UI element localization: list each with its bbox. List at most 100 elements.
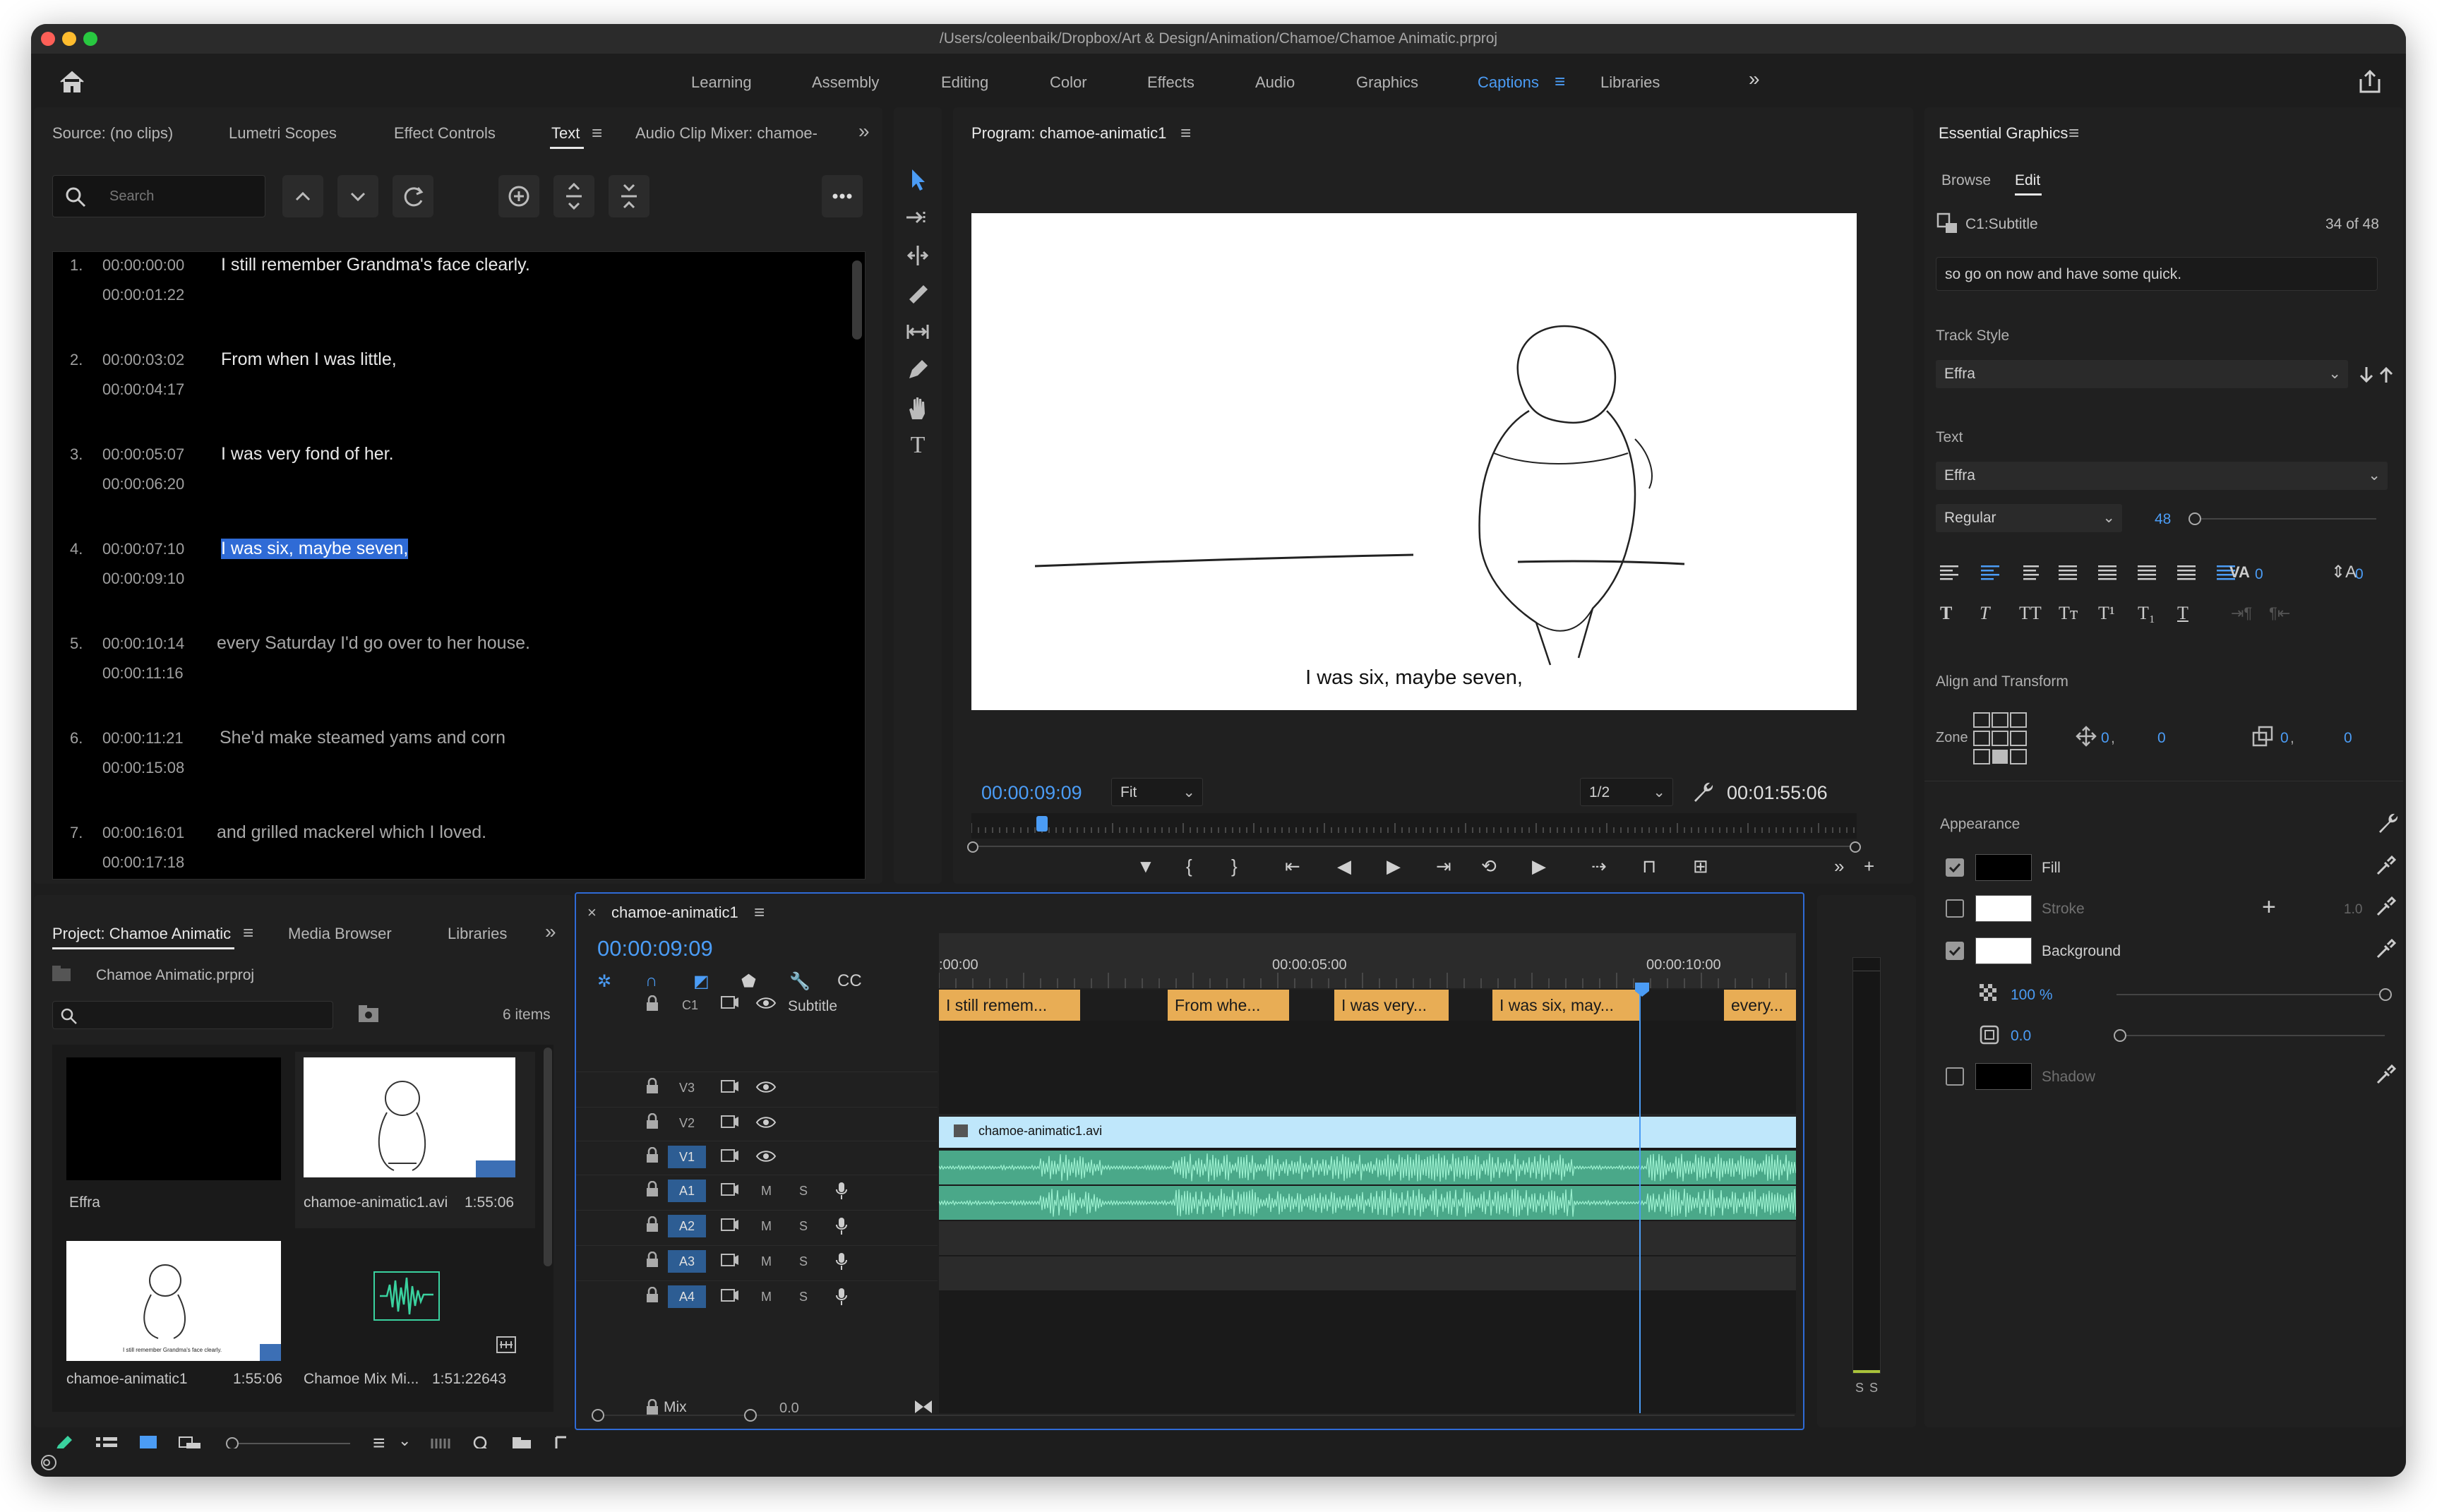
settings-wrench-icon[interactable]: [1690, 779, 1714, 803]
razor-tool-icon[interactable]: [905, 281, 930, 306]
caption-list-scrollbar[interactable]: [852, 260, 862, 340]
shadow-checkbox[interactable]: [1946, 1067, 1964, 1086]
tab-effect-controls[interactable]: Effect Controls: [394, 124, 496, 143]
share-icon[interactable]: [2358, 69, 2382, 95]
appearance-wrench-icon[interactable]: [2375, 810, 2399, 834]
opacity-value[interactable]: 100 %: [2011, 987, 2053, 1004]
previous-caption-button[interactable]: [282, 175, 323, 217]
workspace-captions[interactable]: Captions: [1478, 73, 1539, 92]
scale-x-value[interactable]: 0: [2280, 730, 2289, 747]
caption-in-time[interactable]: 00:00:07:10: [102, 540, 184, 558]
resolution-dropdown[interactable]: 1/2 ⌄: [1580, 778, 1673, 806]
project-menu-icon[interactable]: ≡: [243, 922, 253, 944]
workspace-graphics[interactable]: Graphics: [1356, 73, 1418, 92]
caption-text[interactable]: I was very fond of her.: [221, 444, 394, 464]
caption-row[interactable]: 3. 00:00:05:07 00:00:06:20 I was very fond …: [53, 444, 844, 530]
a3-label[interactable]: A3: [668, 1250, 706, 1273]
corner-radius-slider-handle[interactable]: [2114, 1029, 2126, 1042]
v2-sync-icon[interactable]: [720, 1115, 740, 1130]
program-scrub-bar[interactable]: [971, 813, 1857, 839]
c1-sync-icon[interactable]: [720, 995, 740, 1011]
caption-in-time[interactable]: 00:00:00:00: [102, 256, 184, 275]
v2-eye-icon[interactable]: [755, 1115, 777, 1130]
new-bin-icon[interactable]: [357, 1004, 380, 1025]
replace-button[interactable]: [393, 175, 433, 217]
meter-solo-left[interactable]: S: [1855, 1381, 1864, 1396]
a1-microphone-icon[interactable]: [834, 1181, 849, 1201]
caption-text[interactable]: every Saturday I'd go over to her house.: [217, 633, 530, 654]
v1-label[interactable]: V1: [668, 1146, 706, 1168]
background-eyedropper-icon[interactable]: [2375, 939, 2396, 960]
selection-tool-icon[interactable]: [905, 167, 930, 192]
sort-dropdown-chevron-icon[interactable]: ⌄: [398, 1432, 411, 1450]
background-tasks-icon[interactable]: [38, 1454, 59, 1471]
caption-row[interactable]: 4. 00:00:07:10 00:00:09:10 I was six, maybe…: [53, 539, 844, 625]
workspace-color[interactable]: Color: [1050, 73, 1087, 92]
minimize-window-button[interactable]: [62, 32, 76, 46]
a2-microphone-icon[interactable]: [834, 1216, 849, 1236]
timeline-ruler[interactable]: :00:00 00:00:05:00 00:00:10:00: [938, 933, 1796, 988]
shadow-color-swatch[interactable]: [1975, 1063, 2032, 1090]
timeline-zoom-right-handle[interactable]: [744, 1409, 757, 1422]
v3-lock-icon[interactable]: [645, 1078, 659, 1095]
c1-eye-icon[interactable]: [755, 995, 777, 1011]
project-search-field[interactable]: [52, 1001, 333, 1029]
timeline-zoom-left-handle[interactable]: [592, 1409, 604, 1422]
tab-text[interactable]: Text: [551, 124, 580, 143]
caption-row[interactable]: 1. 00:00:00:00 00:00:01:22 I still remember…: [53, 255, 844, 341]
a2-solo-button[interactable]: S: [799, 1219, 808, 1234]
mark-in-icon[interactable]: {: [1186, 856, 1192, 877]
program-zoom-bar[interactable]: [971, 846, 1857, 847]
a1-lock-icon[interactable]: [645, 1181, 659, 1198]
caption-text[interactable]: I still remember Grandma's face clearly.: [221, 255, 530, 275]
merge-caption-button[interactable]: [609, 175, 649, 217]
caption-in-time[interactable]: 00:00:10:14: [102, 635, 184, 653]
text-tab-menu-icon[interactable]: ≡: [592, 122, 602, 144]
corner-radius-slider[interactable]: [2116, 1035, 2385, 1036]
a1-solo-button[interactable]: S: [799, 1184, 808, 1199]
justify-all-icon[interactable]: [2176, 563, 2197, 584]
a1-audio-clip[interactable]: [938, 1151, 1797, 1184]
a2-label[interactable]: A2: [668, 1215, 706, 1237]
opacity-slider[interactable]: [2116, 994, 2385, 995]
justify-right-icon[interactable]: [2136, 563, 2157, 584]
a3-lock-icon[interactable]: [645, 1252, 659, 1268]
v1-sync-icon[interactable]: [720, 1148, 740, 1164]
all-caps-icon[interactable]: TT: [2019, 603, 2042, 624]
play-icon[interactable]: ▶: [1387, 856, 1401, 877]
program-menu-icon[interactable]: ≡: [1180, 122, 1191, 144]
project-item-mix[interactable]: Chamoe Mix Mi... 1:51:22643: [295, 1235, 535, 1405]
program-title[interactable]: Program: chamoe-animatic1: [971, 124, 1166, 143]
thumbnail-size-slider[interactable]: [230, 1443, 350, 1444]
step-forward-icon[interactable]: ▶: [1532, 856, 1546, 877]
lift-icon[interactable]: ⊓: [1642, 856, 1656, 877]
subscript-icon[interactable]: T₁: [2138, 603, 2155, 624]
timeline-horizontal-scrollbar[interactable]: [594, 1415, 1795, 1416]
hand-tool-icon[interactable]: [905, 395, 930, 421]
stroke-checkbox[interactable]: [1946, 899, 1964, 918]
workspace-learning[interactable]: Learning: [691, 73, 752, 92]
rtl-direction-icon[interactable]: ¶⇤: [2269, 604, 2290, 623]
workspace-audio[interactable]: Audio: [1255, 73, 1295, 92]
more-workspaces-icon[interactable]: »: [1749, 68, 1760, 90]
step-back-icon[interactable]: ◀: [1337, 856, 1351, 877]
sequence-menu-icon[interactable]: ≡: [754, 901, 765, 923]
track-select-tool-icon[interactable]: [905, 205, 930, 230]
font-size-slider-handle[interactable]: [2188, 512, 2201, 525]
a4-solo-button[interactable]: S: [799, 1290, 808, 1304]
fill-eyedropper-icon[interactable]: [2375, 856, 2396, 877]
mix-lock-icon[interactable]: [645, 1399, 659, 1416]
font-size-value[interactable]: 48: [2155, 511, 2171, 528]
position-x-value[interactable]: 0: [2101, 730, 2109, 747]
position-y-value[interactable]: 0: [2157, 730, 2166, 747]
tab-project[interactable]: Project: Chamoe Animatic: [52, 925, 231, 943]
push-style-up-icon[interactable]: [2376, 364, 2396, 385]
go-to-out-icon[interactable]: ⇥: [1436, 856, 1451, 877]
track-style-dropdown[interactable]: Effra ⌄: [1936, 360, 2348, 388]
tab-browse[interactable]: Browse: [1941, 172, 1991, 189]
caption-out-time[interactable]: 00:00:01:22: [102, 286, 184, 304]
leading-value[interactable]: 0: [2355, 566, 2364, 583]
next-caption-button[interactable]: [337, 175, 378, 217]
mix-go-to-icon[interactable]: [914, 1399, 933, 1415]
a4-sync-icon[interactable]: [720, 1288, 740, 1304]
